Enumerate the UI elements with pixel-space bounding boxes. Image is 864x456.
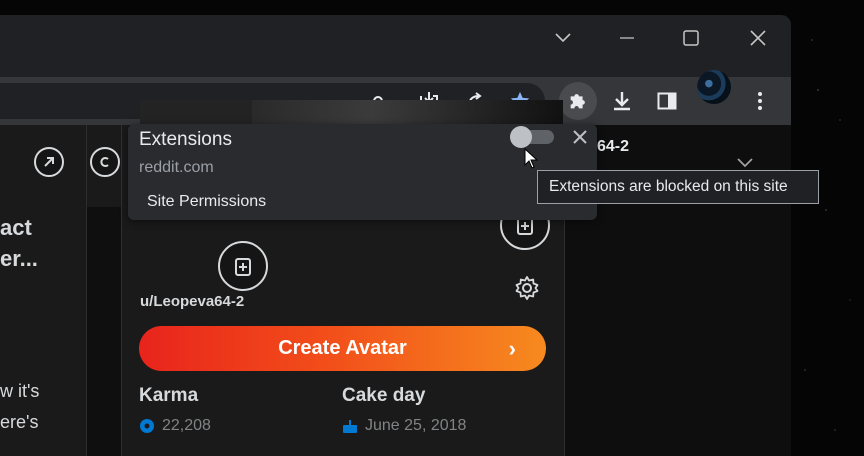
tooltip: Extensions are blocked on this site (537, 170, 819, 204)
tab-search-button[interactable] (540, 24, 586, 52)
cakeday-label: Cake day (342, 385, 426, 406)
create-avatar-button[interactable]: Create Avatar › (139, 326, 546, 371)
cake-icon (343, 420, 357, 433)
minimize-button[interactable] (604, 24, 650, 52)
copyright-button[interactable] (90, 147, 120, 177)
add-image-icon (235, 258, 251, 276)
mouse-cursor (524, 147, 539, 175)
right-username-fragment: 64-2 (597, 138, 630, 155)
profile-username: u/Leopeva64-2 (140, 293, 245, 310)
downloads-button[interactable] (607, 86, 637, 116)
chevron-down-icon (737, 158, 753, 168)
popup-title: Extensions (139, 129, 232, 150)
extensions-button[interactable] (559, 82, 597, 120)
post-body-line2: ere's (0, 412, 39, 432)
popup-close-button[interactable] (570, 127, 590, 147)
gear-icon (515, 276, 539, 300)
profile-settings-button[interactable] (512, 273, 542, 303)
popup-site: reddit.com (139, 159, 214, 176)
site-permissions-button[interactable]: Site Permissions (147, 193, 266, 211)
side-panel-button[interactable] (652, 86, 682, 116)
chevron-right-icon: › (508, 336, 516, 361)
post-body-line1: w it's (0, 381, 40, 401)
karma-label: Karma (139, 385, 199, 406)
trending-arrow-icon (44, 157, 54, 167)
side-panel-icon (657, 92, 677, 110)
karma-value: 22,208 (162, 417, 211, 434)
site-access-toggle[interactable] (510, 126, 554, 148)
cakeday-value: June 25, 2018 (365, 417, 467, 434)
download-icon (614, 92, 630, 111)
close-icon (573, 130, 587, 144)
create-avatar-label: Create Avatar (278, 337, 407, 359)
minimize-icon (620, 37, 634, 39)
chevron-down-icon (555, 33, 571, 43)
karma-stat: 22,208 (139, 417, 211, 435)
cursor-arrow-icon (524, 147, 539, 169)
maximize-button[interactable] (668, 24, 714, 52)
close-window-button[interactable] (735, 24, 781, 52)
copyright-icon (100, 157, 109, 167)
popular-button[interactable] (34, 147, 64, 177)
close-icon (750, 30, 766, 46)
chrome-menu-button[interactable] (745, 86, 775, 116)
toggle-knob (510, 126, 532, 148)
cakeday-stat: June 25, 2018 (342, 417, 466, 435)
karma-flower-icon (140, 419, 154, 433)
add-avatar-button[interactable] (218, 241, 268, 291)
maximize-icon (683, 30, 699, 46)
profile-avatar[interactable] (697, 70, 731, 104)
title-bar (0, 15, 791, 77)
extensions-puzzle-icon (570, 94, 585, 109)
post-headline-line2[interactable]: er... (0, 245, 38, 273)
menu-icon (758, 92, 762, 110)
post-headline-line1[interactable]: act (0, 214, 32, 242)
